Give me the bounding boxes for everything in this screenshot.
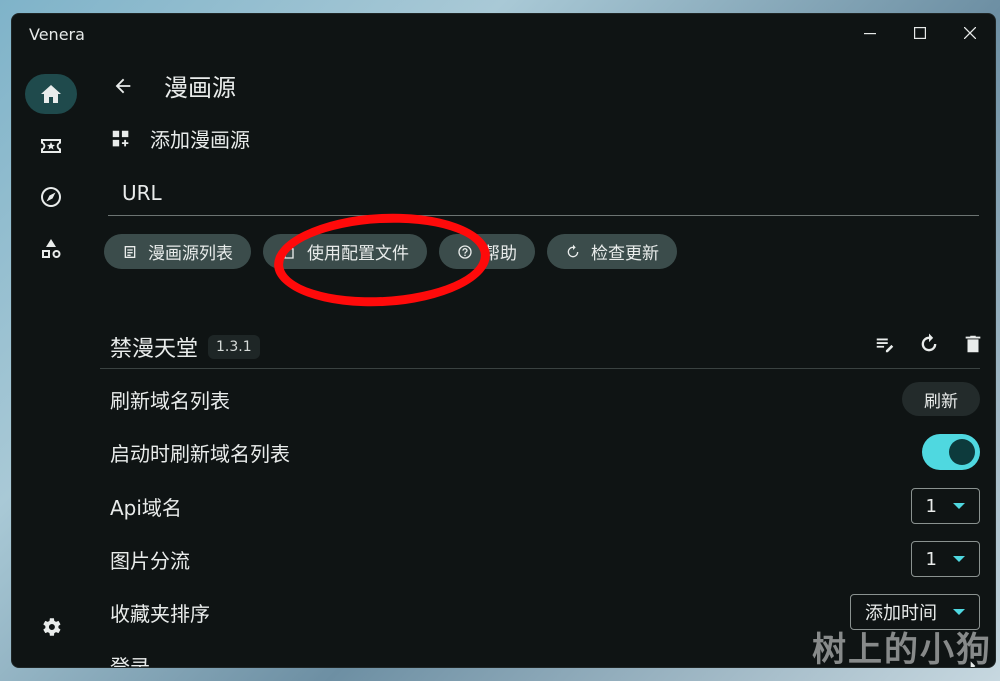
minimize-icon (864, 33, 876, 35)
source-list-button[interactable]: 漫画源列表 (104, 234, 251, 269)
refresh-on-start-toggle[interactable] (922, 434, 980, 470)
use-config-file-button[interactable]: 使用配置文件 (263, 234, 427, 269)
setting-label: 收藏夹排序 (110, 601, 210, 626)
check-updates-label: 检查更新 (591, 244, 659, 264)
app-window: Venera 漫画源 添加漫画源 URL 漫画源列表 使用配置文件 帮助 检查更… (11, 13, 996, 668)
setting-label: 刷新域名列表 (110, 388, 230, 413)
source-name: 禁漫天堂 (110, 337, 199, 362)
select-value: 1 (925, 495, 937, 517)
setting-label: Api域名 (110, 495, 182, 520)
api-domain-select[interactable]: 1 (910, 488, 980, 524)
refresh-button[interactable]: 刷新 (902, 382, 980, 416)
maximize-icon (914, 27, 926, 39)
app-title: Venera (29, 25, 85, 44)
edit-note-icon (876, 338, 894, 353)
navigation-rail (12, 54, 90, 667)
version-badge: 1.3.1 (208, 335, 260, 359)
check-updates-button[interactable]: 检查更新 (547, 234, 677, 269)
update-source-button[interactable] (917, 332, 941, 356)
setting-refresh-domains: 刷新域名列表 刷新 (110, 378, 980, 420)
rail-item-home[interactable] (25, 74, 77, 114)
maximize-button[interactable] (900, 20, 940, 46)
category-shapes-icon (42, 239, 61, 258)
minimize-button[interactable] (850, 20, 890, 46)
close-button[interactable] (950, 20, 990, 46)
dashboard-add-icon (112, 130, 129, 146)
use-config-file-label: 使用配置文件 (307, 244, 409, 264)
refresh-icon (921, 333, 937, 352)
title-bar: Venera (12, 14, 995, 54)
source-header: 禁漫天堂 1.3.1 (110, 326, 985, 368)
add-source-label: 添加漫画源 (150, 128, 250, 152)
ticket-star-icon (41, 139, 61, 153)
edit-source-button[interactable] (873, 332, 897, 356)
add-source-row: 添加漫画源 (110, 124, 250, 153)
url-input[interactable] (108, 171, 979, 215)
dropdown-arrow-icon (953, 556, 965, 562)
setting-label: 启动时刷新域名列表 (110, 441, 290, 466)
watermark: 树上的小狗 (812, 630, 992, 670)
refresh-icon (567, 244, 579, 257)
source-list-label: 漫画源列表 (148, 244, 233, 264)
image-stream-select[interactable]: 1 (910, 541, 980, 577)
help-icon (458, 244, 472, 259)
dropdown-arrow-icon (953, 503, 965, 509)
setting-api-domain: Api域名 1 (110, 485, 980, 527)
trash-icon (965, 335, 981, 353)
close-icon (964, 27, 976, 39)
main-content: 漫画源 添加漫画源 漫画源列表 使用配置文件 帮助 检查更新 (90, 54, 995, 667)
page-header: 漫画源 (110, 68, 236, 103)
divider (100, 368, 980, 369)
home-icon (41, 85, 61, 103)
rail-item-subscriptions[interactable] (25, 126, 77, 166)
help-button[interactable]: 帮助 (439, 234, 535, 269)
file-icon (284, 244, 294, 259)
toggle-knob (949, 439, 975, 465)
delete-source-button[interactable] (961, 332, 985, 356)
source-actions (873, 332, 985, 356)
dropdown-arrow-icon (953, 609, 965, 615)
setting-label: 登录 (110, 654, 150, 668)
setting-label: 图片分流 (110, 548, 190, 573)
help-label: 帮助 (483, 244, 517, 264)
select-value: 1 (925, 548, 937, 570)
compass-icon (41, 187, 61, 207)
setting-image-stream: 图片分流 1 (110, 538, 980, 580)
rail-item-settings[interactable] (25, 607, 77, 647)
rail-item-categories[interactable] (25, 229, 77, 269)
rail-item-explore[interactable] (25, 177, 77, 217)
list-icon (124, 245, 136, 258)
setting-refresh-on-start: 启动时刷新域名列表 (110, 431, 980, 473)
url-field[interactable] (108, 171, 979, 216)
back-button[interactable] (110, 73, 136, 99)
gear-icon (43, 618, 61, 636)
action-chips: 漫画源列表 使用配置文件 帮助 检查更新 (104, 234, 677, 269)
arrow-back-icon (115, 78, 131, 93)
page-title: 漫画源 (164, 74, 236, 102)
